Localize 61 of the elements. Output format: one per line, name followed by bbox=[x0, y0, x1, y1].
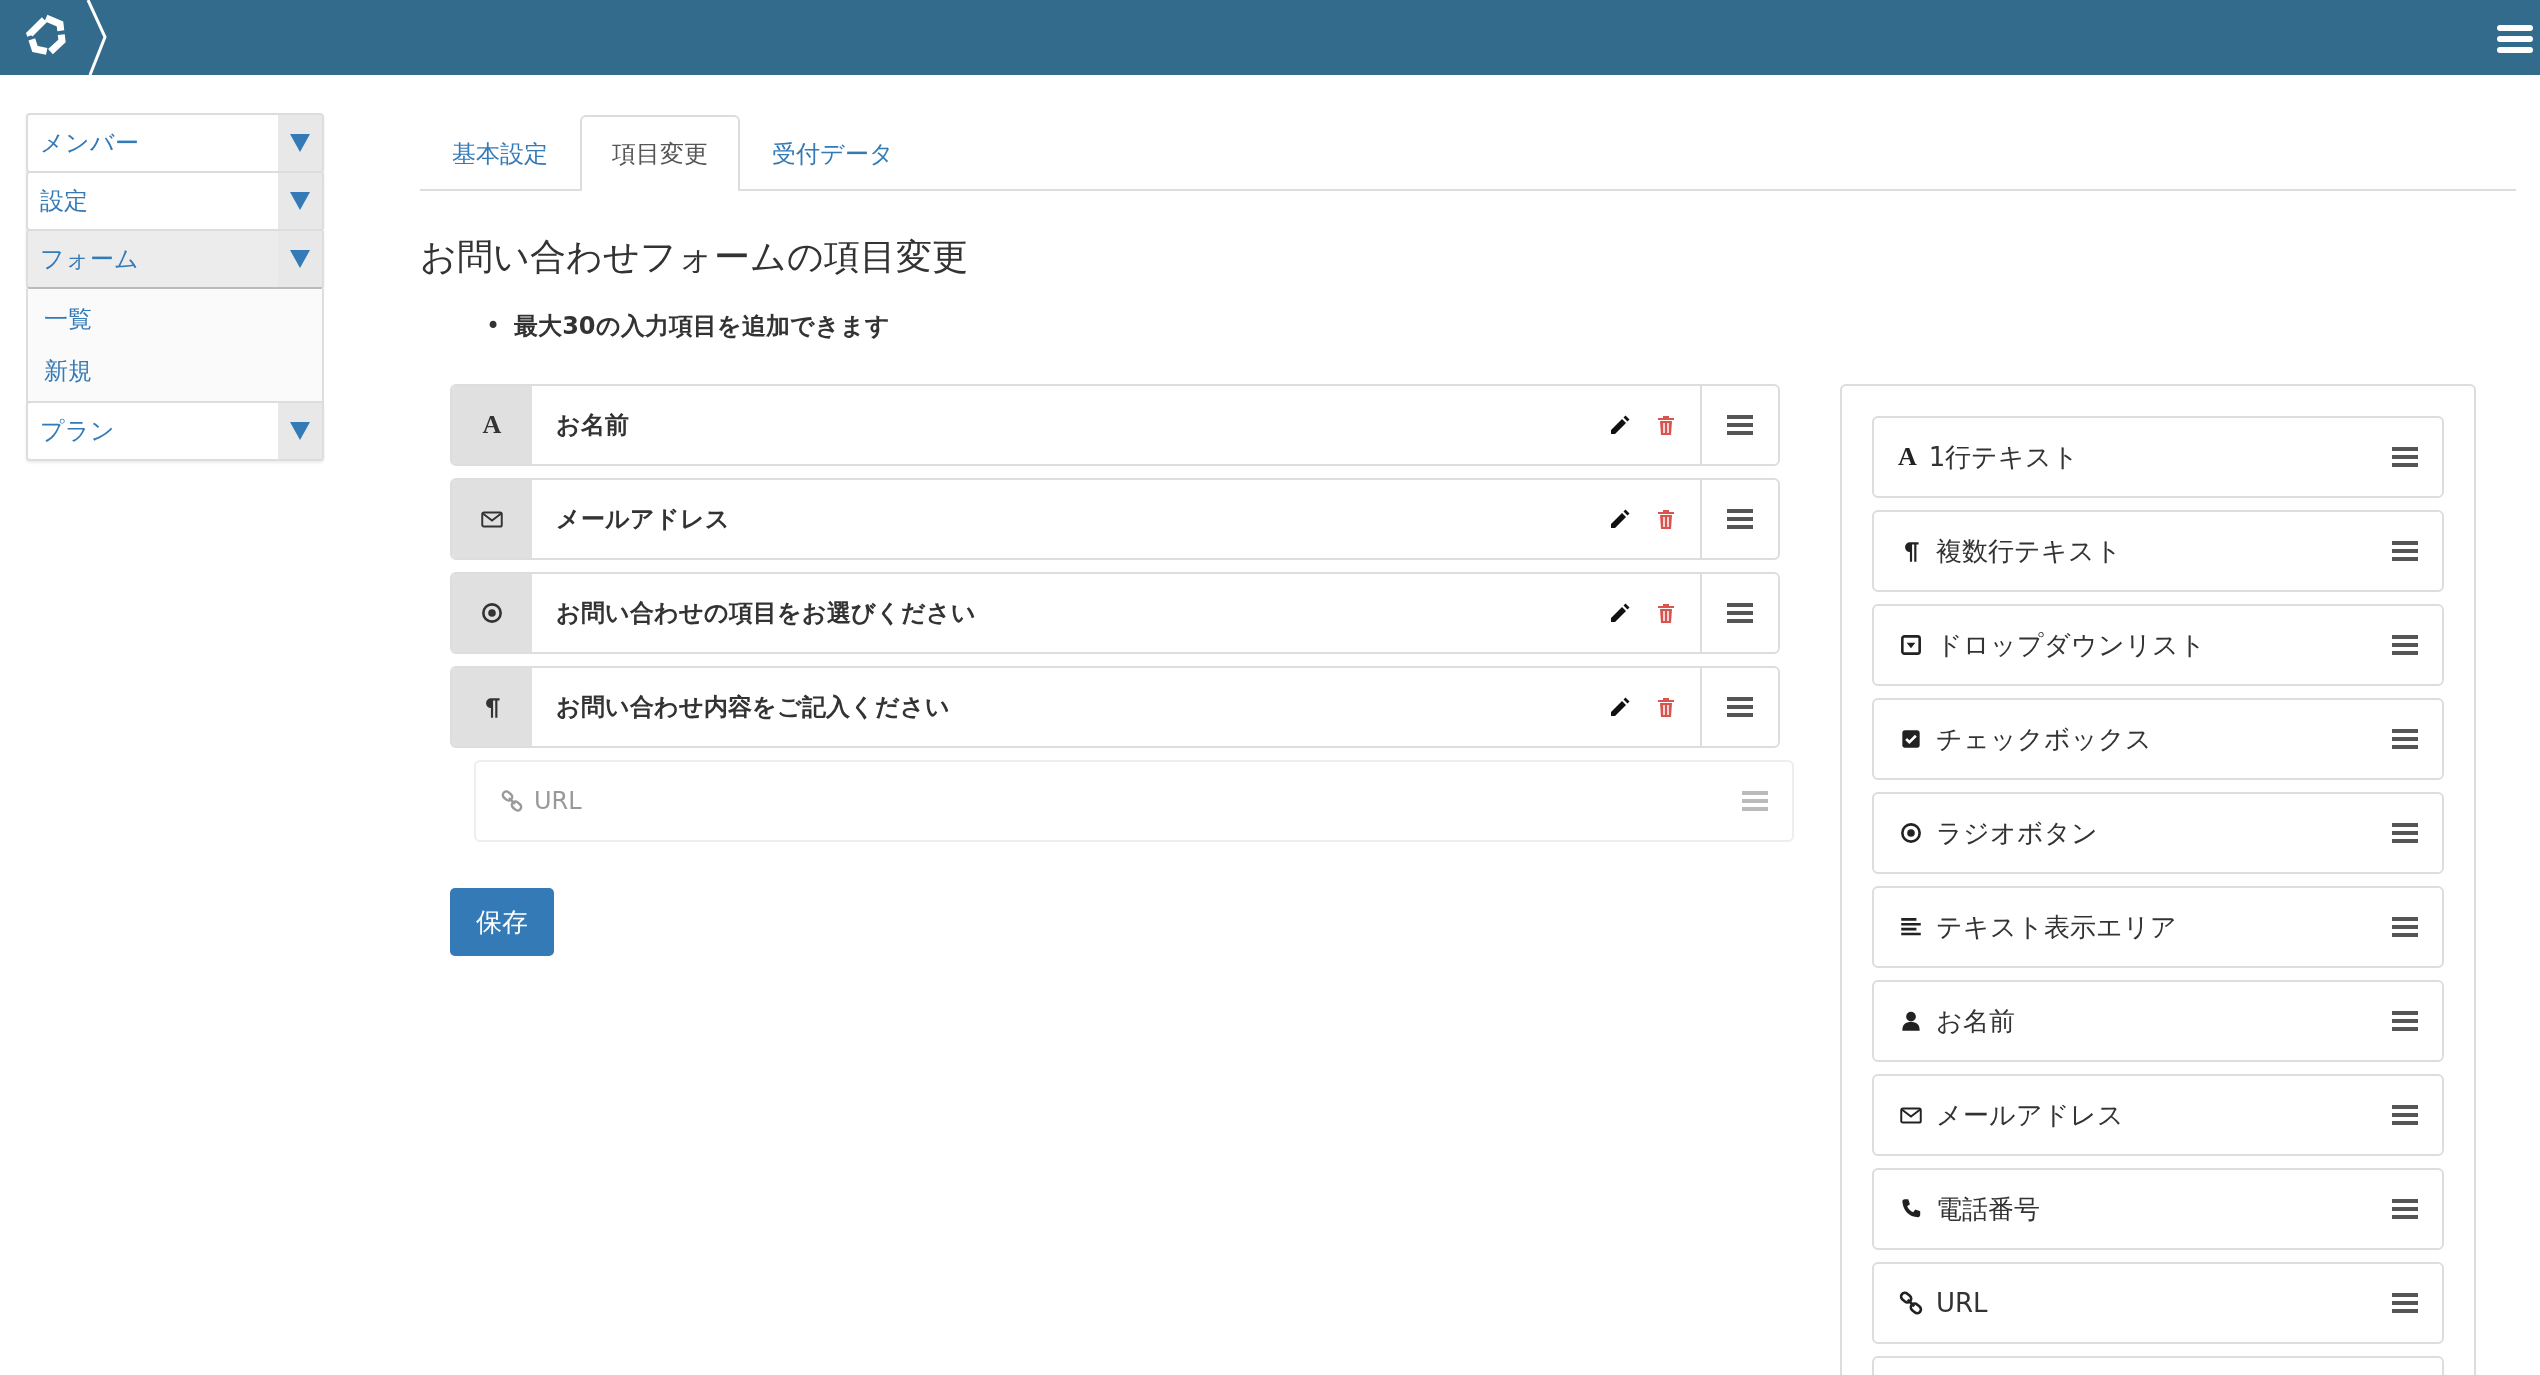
palette-label: テキスト表示エリア bbox=[1936, 910, 2178, 944]
drag-handle-icon[interactable] bbox=[2392, 1104, 2418, 1127]
drag-handle-icon[interactable] bbox=[1727, 508, 1753, 531]
drag-handle-icon[interactable] bbox=[2392, 1198, 2418, 1221]
field-label: URL bbox=[534, 786, 583, 818]
palette-label: チェックボックス bbox=[1936, 722, 2153, 756]
field-label: お問い合わせの項目をお選びください bbox=[555, 598, 977, 630]
field-label: お名前 bbox=[555, 410, 630, 442]
palette-item[interactable]: 電話番号 bbox=[1872, 1168, 2444, 1251]
palette-label: お名前 bbox=[1936, 1004, 2016, 1038]
palette-item[interactable]: ドロップダウンリスト bbox=[1872, 604, 2444, 687]
palette-label: ラジオボタン bbox=[1936, 816, 2099, 850]
palette-label: URL bbox=[1936, 1286, 1989, 1320]
palette-label: 電話番号 bbox=[1936, 1192, 2041, 1226]
submenu-link[interactable]: 一覧 bbox=[28, 293, 322, 345]
drag-handle-icon[interactable] bbox=[2392, 822, 2418, 845]
sidebar-item[interactable]: プラン bbox=[26, 401, 324, 461]
field-label: メールアドレス bbox=[555, 504, 731, 536]
palette-item[interactable]: ラジオボタン bbox=[1872, 792, 2444, 875]
drag-handle-icon[interactable] bbox=[1727, 414, 1753, 437]
sidebar-item[interactable]: フォーム bbox=[26, 229, 324, 289]
palette-item[interactable]: テキスト表示エリア bbox=[1872, 886, 2444, 969]
drag-handle-icon[interactable] bbox=[2392, 916, 2418, 939]
caret-down-icon[interactable] bbox=[289, 132, 311, 154]
submenu-link[interactable]: 新規 bbox=[28, 345, 322, 397]
palette-item[interactable]: 複数行テキスト bbox=[1872, 510, 2444, 593]
link-icon bbox=[500, 789, 524, 814]
tab[interactable]: 受付データ bbox=[740, 115, 926, 191]
caret-down-icon[interactable] bbox=[289, 248, 311, 270]
palette-label: 1行テキスト bbox=[1928, 440, 2081, 474]
tab[interactable]: 基本設定 bbox=[420, 115, 580, 191]
palette-label: ドロップダウンリスト bbox=[1936, 628, 2207, 662]
save-button[interactable]: 保存 bbox=[450, 888, 554, 957]
tab[interactable]: 項目変更 bbox=[580, 115, 740, 191]
drag-handle-icon[interactable] bbox=[2392, 540, 2418, 563]
sidebar-item[interactable]: 設定 bbox=[26, 171, 324, 231]
drag-handle-icon[interactable] bbox=[2392, 728, 2418, 751]
link-icon bbox=[1898, 1290, 1924, 1317]
palette-label: メールアドレス bbox=[1936, 1098, 2125, 1132]
drag-handle-icon[interactable] bbox=[1727, 602, 1753, 625]
palette-item[interactable]: お名前 bbox=[1872, 980, 2444, 1063]
drag-handle-icon[interactable] bbox=[2392, 634, 2418, 657]
drag-handle-icon[interactable] bbox=[2392, 1292, 2418, 1315]
caret-down-icon[interactable] bbox=[289, 190, 311, 212]
letter-a-icon: A bbox=[1898, 444, 1917, 471]
palette-item[interactable]: URL bbox=[1872, 1262, 2444, 1345]
palette-item[interactable]: A 1行テキスト bbox=[1872, 416, 2444, 499]
drag-handle-icon[interactable] bbox=[1727, 696, 1753, 719]
drag-handle-icon[interactable] bbox=[1742, 790, 1768, 813]
caret-down-icon[interactable] bbox=[289, 420, 311, 442]
drag-handle-icon[interactable] bbox=[2392, 1010, 2418, 1033]
drag-handle-icon[interactable] bbox=[2392, 446, 2418, 469]
page-heading: お問い合わせフォームの項目変更 bbox=[420, 235, 969, 279]
letter-a-icon: A bbox=[482, 412, 502, 439]
bullet: • bbox=[486, 311, 501, 343]
palette-label: 複数行テキスト bbox=[1936, 534, 2123, 568]
palette-item[interactable]: チェックボックス bbox=[1872, 698, 2444, 781]
palette-item[interactable]: メールアドレス bbox=[1872, 1074, 2444, 1157]
field-label: お問い合わせ内容をご記入ください bbox=[555, 692, 951, 724]
sidebar-item[interactable]: メンバー bbox=[26, 113, 324, 173]
note-text: 最大30の入力項目を追加できます bbox=[514, 311, 890, 343]
